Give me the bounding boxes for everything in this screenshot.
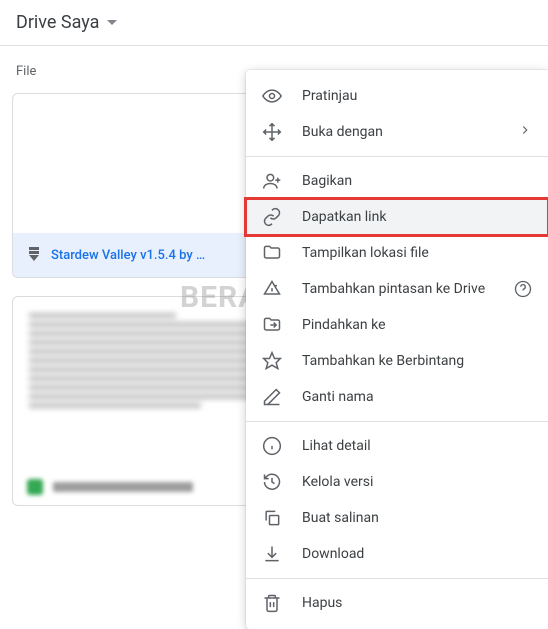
chevron-right-icon bbox=[518, 123, 532, 141]
zip-small-icon bbox=[27, 245, 41, 265]
menu-label: Tambahkan pintasan ke Drive bbox=[302, 281, 494, 297]
menu-divider bbox=[246, 421, 548, 422]
menu-move-to[interactable]: Pindahkan ke bbox=[246, 307, 548, 343]
drive-title: Drive Saya bbox=[16, 12, 99, 33]
pencil-icon bbox=[262, 387, 282, 407]
menu-label: Bagikan bbox=[302, 173, 532, 189]
menu-divider bbox=[246, 578, 548, 579]
menu-make-copy[interactable]: Buat salinan bbox=[246, 500, 548, 536]
move-icon bbox=[262, 122, 282, 142]
blurred-filename bbox=[53, 482, 193, 492]
person-add-icon bbox=[262, 171, 282, 191]
history-icon bbox=[262, 472, 282, 492]
menu-add-starred[interactable]: Tambahkan ke Berbintang bbox=[246, 343, 548, 379]
download-icon bbox=[262, 544, 282, 564]
menu-preview[interactable]: Pratinjau bbox=[246, 78, 548, 114]
menu-label: Download bbox=[302, 546, 532, 562]
menu-label: Dapatkan link bbox=[302, 209, 532, 225]
eye-icon bbox=[262, 86, 282, 106]
menu-view-details[interactable]: Lihat detail bbox=[246, 428, 548, 464]
menu-label: Buka dengan bbox=[302, 124, 498, 140]
menu-add-shortcut[interactable]: Tambahkan pintasan ke Drive bbox=[246, 271, 548, 307]
folder-move-icon bbox=[262, 315, 282, 335]
menu-download[interactable]: Download bbox=[246, 536, 548, 572]
doc-icon bbox=[27, 479, 43, 495]
trash-icon bbox=[262, 593, 282, 613]
link-icon bbox=[262, 207, 282, 227]
menu-label: Ganti nama bbox=[302, 389, 532, 405]
copy-icon bbox=[262, 508, 282, 528]
folder-icon bbox=[262, 243, 282, 263]
help-icon[interactable] bbox=[514, 280, 532, 298]
file-name: Stardew Valley v1.5.4 by … bbox=[51, 248, 205, 263]
menu-label: Pindahkan ke bbox=[302, 317, 532, 333]
chevron-down-icon bbox=[107, 20, 117, 25]
menu-label: Tambahkan ke Berbintang bbox=[302, 353, 532, 369]
menu-manage-versions[interactable]: Kelola versi bbox=[246, 464, 548, 500]
menu-label: Tampilkan lokasi file bbox=[302, 245, 532, 261]
menu-rename[interactable]: Ganti nama bbox=[246, 379, 548, 415]
drive-shortcut-icon bbox=[262, 279, 282, 299]
menu-get-link[interactable]: Dapatkan link bbox=[246, 199, 548, 235]
menu-label: Kelola versi bbox=[302, 474, 532, 490]
info-icon bbox=[262, 436, 282, 456]
star-icon bbox=[262, 351, 282, 371]
menu-label: Pratinjau bbox=[302, 88, 532, 104]
menu-open-with[interactable]: Buka dengan bbox=[246, 114, 548, 150]
menu-label: Lihat detail bbox=[302, 438, 532, 454]
context-menu: Pratinjau Buka dengan Bagikan Dapatkan l… bbox=[246, 70, 548, 629]
breadcrumb[interactable]: Drive Saya bbox=[0, 0, 548, 45]
menu-show-location[interactable]: Tampilkan lokasi file bbox=[246, 235, 548, 271]
menu-divider bbox=[246, 156, 548, 157]
menu-share[interactable]: Bagikan bbox=[246, 163, 548, 199]
menu-label: Hapus bbox=[302, 595, 532, 611]
menu-remove[interactable]: Hapus bbox=[246, 585, 548, 621]
menu-label: Buat salinan bbox=[302, 510, 532, 526]
